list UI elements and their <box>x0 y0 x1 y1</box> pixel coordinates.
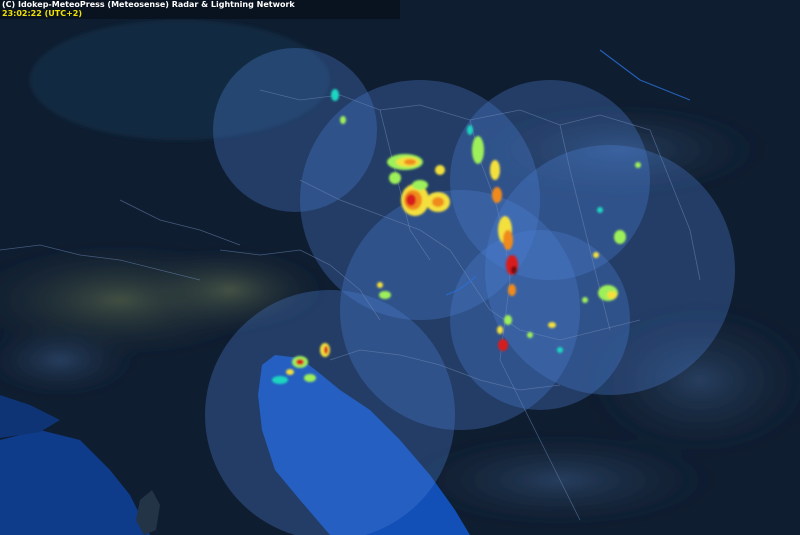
radar-map[interactable] <box>0 0 800 535</box>
timestamp-text: 23:02:22 (UTC+2) <box>2 9 82 18</box>
credit-text: (C) Idokep-MeteoPress (Meteosense) Radar… <box>2 0 295 9</box>
